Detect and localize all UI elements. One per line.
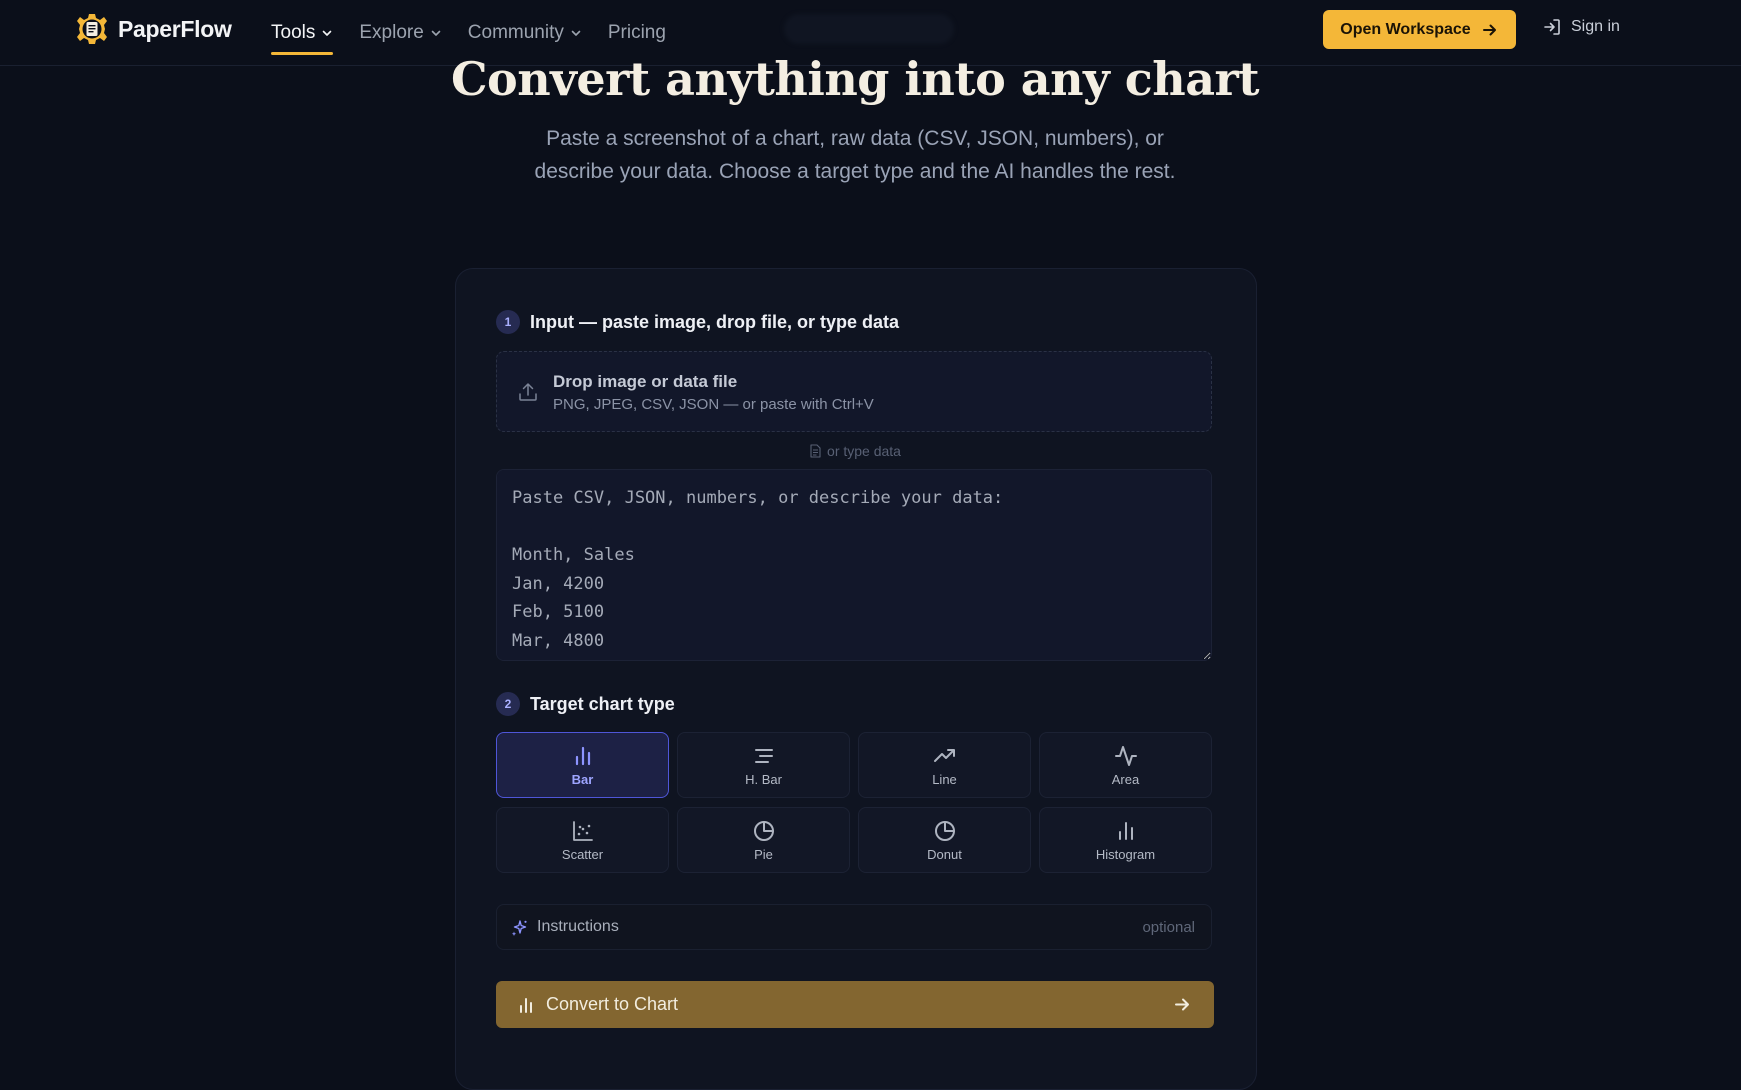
chart-type-label: Scatter: [561, 846, 604, 862]
chevron-down-icon: [431, 30, 441, 36]
chart-type-histogram[interactable]: Histogram: [1039, 807, 1212, 873]
upload-icon: [519, 383, 537, 401]
chart-type-area[interactable]: Area: [1039, 732, 1212, 798]
trending-up-icon: [933, 748, 955, 762]
chart-type-label: Area: [1111, 771, 1140, 787]
optional-label: optional: [1142, 919, 1195, 936]
pie-chart-icon: [753, 820, 774, 841]
chart-type-label: H. Bar: [745, 771, 782, 787]
chart-type-hbar[interactable]: H. Bar: [677, 732, 850, 798]
log-in-icon: [1544, 19, 1560, 35]
instructions-toggle[interactable]: Instructions optional: [496, 904, 1212, 950]
chart-type-label: Pie: [754, 846, 773, 862]
horizontal-bar-icon: [754, 748, 773, 763]
section-title: Target chart type: [530, 693, 675, 714]
convert-label: Convert to Chart: [546, 994, 679, 1014]
arrow-right-icon: [1482, 24, 1496, 35]
step-badge: 2: [496, 692, 520, 716]
file-text-icon: [810, 444, 821, 458]
arrow-right-icon: [1175, 998, 1189, 1011]
gear-document-icon: [77, 14, 107, 44]
chart-type-grid: Bar H. Bar Line Area Scatter Pie Donut H…: [496, 732, 1212, 873]
activity-icon: [1114, 745, 1137, 766]
convert-to-chart-button[interactable]: Convert to Chart: [496, 981, 1214, 1028]
nav-item-label: Explore: [359, 21, 424, 43]
bar-chart-icon: [520, 998, 532, 1013]
instructions-label: Instructions: [537, 918, 619, 935]
sparkles-icon: [511, 920, 527, 936]
chart-type-pie[interactable]: Pie: [677, 807, 850, 873]
brand-name: PaperFlow: [118, 15, 232, 42]
chart-type-label: Bar: [571, 771, 594, 787]
dropzone-hint: PNG, JPEG, CSV, JSON — or paste with Ctr…: [553, 396, 874, 413]
step-badge: 1: [496, 310, 520, 334]
nav-item-label: Community: [467, 21, 564, 43]
page-title: Convert anything into any chart: [450, 52, 1260, 106]
donut-chart-icon: [934, 820, 955, 841]
chart-type-scatter[interactable]: Scatter: [496, 807, 669, 873]
histogram-icon: [1118, 821, 1133, 840]
or-type-divider: or type data: [0, 443, 1710, 459]
or-type-label: or type data: [827, 443, 901, 459]
input-section-header: 1 Input — paste image, drop file, or typ…: [496, 310, 899, 334]
sign-in-link[interactable]: Sign in: [1542, 17, 1620, 37]
chart-type-donut[interactable]: Donut: [858, 807, 1031, 873]
open-workspace-label: Open Workspace: [1340, 20, 1471, 38]
file-dropzone[interactable]: Drop image or data file PNG, JPEG, CSV, …: [496, 351, 1212, 432]
chevron-down-icon: [571, 30, 581, 36]
dropzone-title: Drop image or data file: [553, 372, 738, 391]
chart-type-label: Donut: [927, 846, 962, 862]
bar-chart-icon: [575, 746, 590, 765]
section-title: Input — paste image, drop file, or type …: [530, 311, 900, 332]
chart-type-section-header: 2 Target chart type: [496, 692, 675, 716]
chevron-down-icon: [323, 30, 332, 36]
chart-type-label: Line: [932, 771, 957, 787]
chart-type-bar[interactable]: Bar: [496, 732, 669, 798]
nav-item-label: Tools: [271, 21, 316, 43]
chart-type-label: Histogram: [1095, 846, 1156, 862]
brand[interactable]: PaperFlow: [76, 12, 232, 46]
nav-item-label: Pricing: [607, 21, 666, 43]
scatter-icon: [572, 820, 593, 841]
page-subtitle: Paste a screenshot of a chart, raw data …: [534, 127, 1176, 183]
data-textarea[interactable]: [496, 469, 1212, 661]
open-workspace-button[interactable]: Open Workspace: [1323, 10, 1516, 49]
sign-in-label: Sign in: [1571, 18, 1620, 35]
chart-type-line[interactable]: Line: [858, 732, 1031, 798]
blurred-search-pill: [784, 14, 954, 44]
